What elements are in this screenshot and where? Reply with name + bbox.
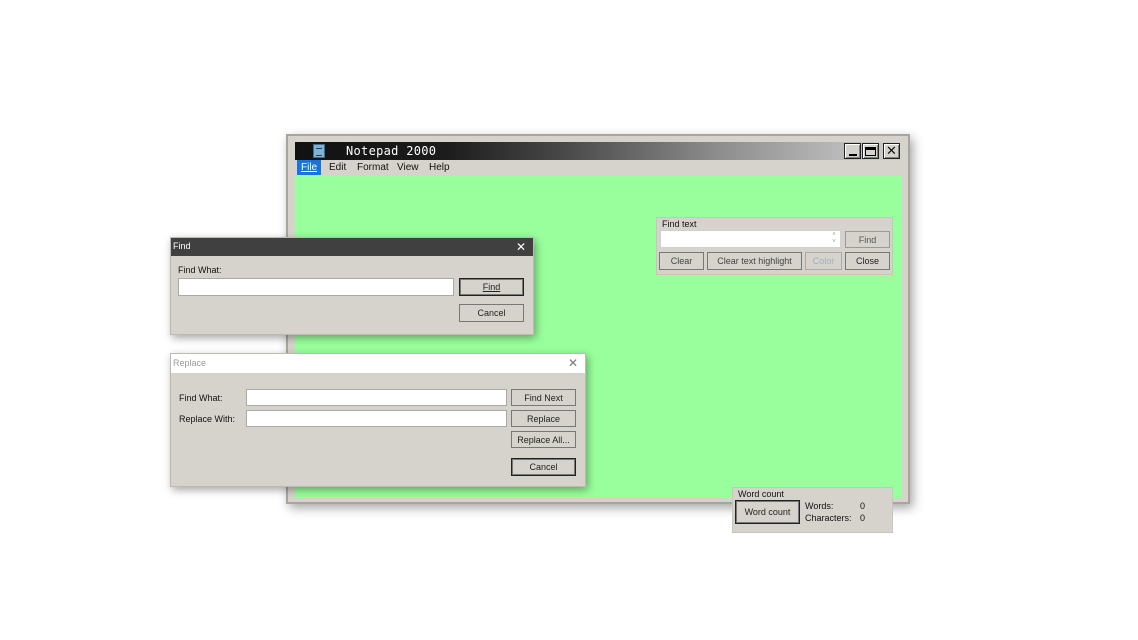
word-count-label: Word count bbox=[738, 489, 784, 499]
menu-file[interactable]: File bbox=[297, 160, 322, 175]
characters-label: Characters: bbox=[805, 513, 852, 523]
minimize-icon bbox=[848, 154, 857, 156]
close-icon[interactable]: ✕ bbox=[513, 239, 529, 255]
replace-cancel-button[interactable]: Cancel bbox=[511, 458, 576, 476]
chevron-down-icon[interactable]: ˅ bbox=[830, 239, 838, 246]
chevron-up-icon[interactable]: ˄ bbox=[830, 232, 838, 239]
menu-bar: File Edit Format View Help bbox=[295, 160, 900, 176]
color-button[interactable]: Color bbox=[805, 252, 842, 270]
find-dialog-title: Find bbox=[173, 241, 191, 251]
find-dialog-title-bar[interactable]: Find ✕ bbox=[171, 238, 533, 256]
replace-all-button[interactable]: Replace All... bbox=[511, 431, 576, 448]
find-dialog-cancel-button[interactable]: Cancel bbox=[459, 304, 524, 322]
find-text-panel: Find text ˄ ˅ Find Clear Clear text high… bbox=[656, 217, 893, 275]
maximize-icon bbox=[865, 146, 876, 156]
words-label: Words: bbox=[805, 501, 834, 511]
replace-button[interactable]: Replace bbox=[511, 410, 576, 427]
replace-dialog-title: Replace bbox=[173, 358, 207, 368]
menu-format[interactable]: Format bbox=[353, 160, 393, 175]
word-count-button[interactable]: Word count bbox=[735, 500, 800, 524]
replace-find-what-input[interactable] bbox=[246, 389, 507, 406]
close-button[interactable]: ✕ bbox=[883, 143, 900, 159]
replace-dialog-title-bar[interactable]: Replace ✕ bbox=[171, 354, 585, 373]
menu-help[interactable]: Help bbox=[425, 160, 454, 175]
characters-value: 0 bbox=[860, 513, 866, 523]
find-button[interactable]: Find bbox=[845, 231, 890, 248]
clear-text-highlight-button[interactable]: Clear text highlight bbox=[707, 252, 802, 270]
find-what-label: Find What: bbox=[178, 265, 222, 275]
title-bar[interactable]: Notepad 2000 ✕ bbox=[295, 142, 900, 160]
replace-dialog: Replace ✕ Find What: Replace With: Find … bbox=[170, 353, 586, 487]
find-text-input[interactable]: ˄ ˅ bbox=[660, 230, 841, 248]
minimize-button[interactable] bbox=[844, 143, 861, 159]
close-icon[interactable]: ✕ bbox=[565, 355, 581, 371]
spin-control[interactable]: ˄ ˅ bbox=[830, 232, 838, 246]
find-next-button[interactable]: Find Next bbox=[511, 389, 576, 406]
words-value: 0 bbox=[860, 501, 866, 511]
word-count-panel: Word count Word count Words: 0 Character… bbox=[732, 487, 893, 533]
replace-find-what-label: Find What: bbox=[179, 393, 223, 403]
notepad-icon bbox=[313, 144, 325, 158]
find-dialog: Find ✕ Find What: Find Cancel bbox=[170, 237, 534, 335]
replace-with-input[interactable] bbox=[246, 410, 507, 427]
menu-view[interactable]: View bbox=[393, 160, 423, 175]
maximize-button[interactable] bbox=[862, 143, 879, 159]
find-what-input[interactable] bbox=[178, 278, 454, 296]
menu-edit[interactable]: Edit bbox=[325, 160, 350, 175]
clear-button[interactable]: Clear bbox=[659, 252, 704, 270]
find-dialog-find-button[interactable]: Find bbox=[459, 278, 524, 296]
find-text-label: Find text bbox=[662, 219, 697, 229]
close-find-panel-button[interactable]: Close bbox=[845, 252, 890, 270]
window-title: Notepad 2000 bbox=[346, 144, 437, 158]
close-icon: ✕ bbox=[886, 143, 897, 158]
replace-with-label: Replace With: bbox=[179, 414, 236, 424]
